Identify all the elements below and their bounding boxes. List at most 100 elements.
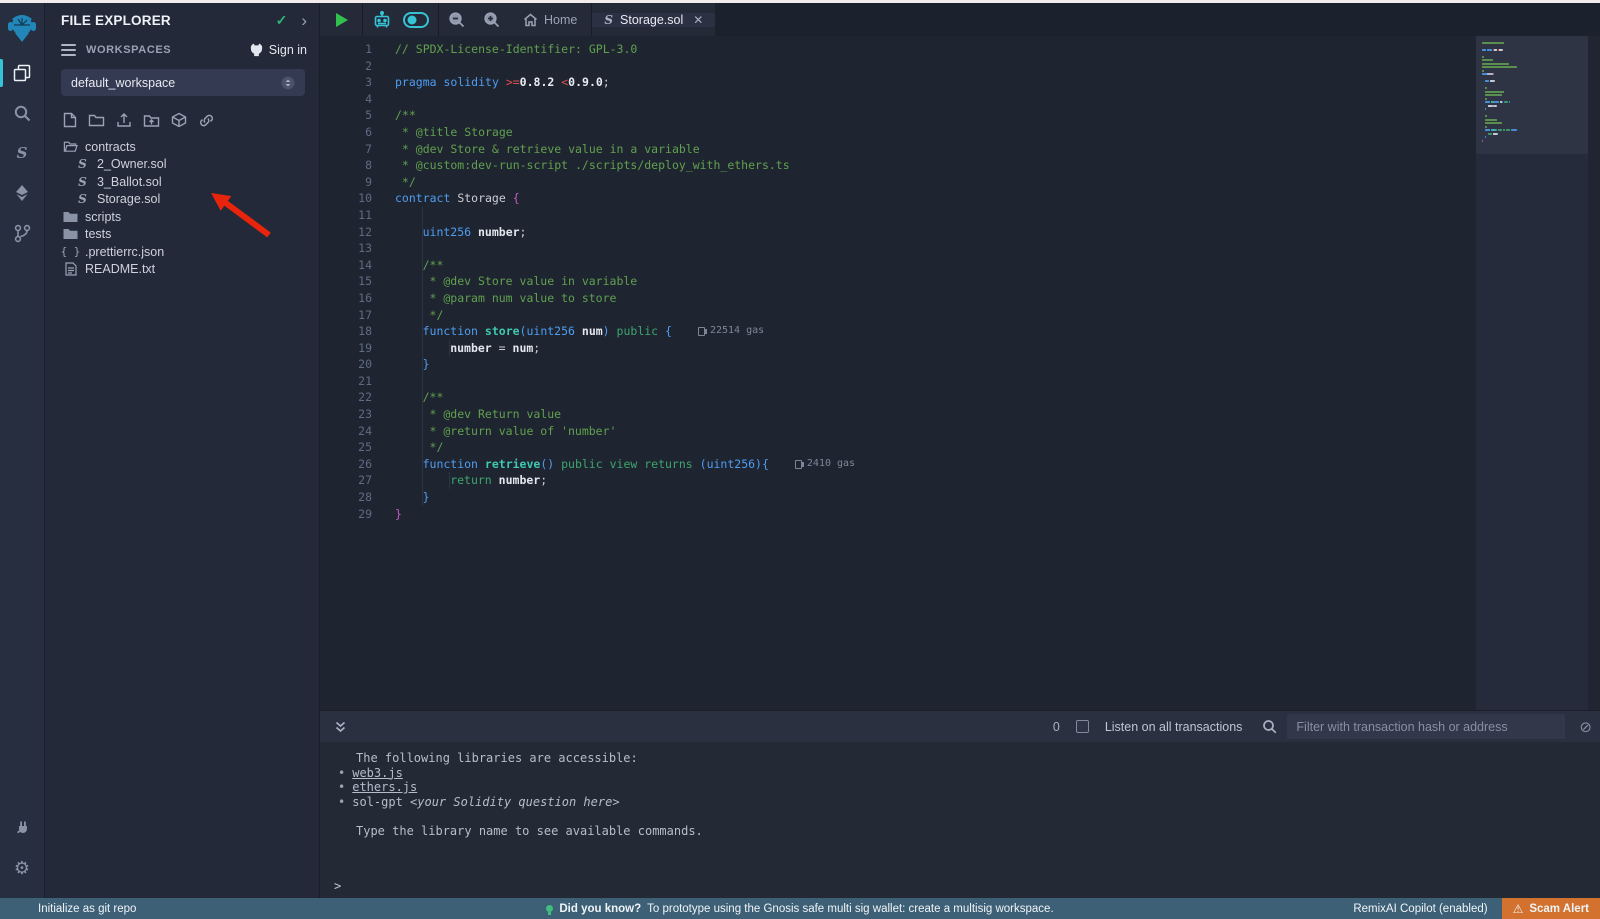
code-line-3: 3pragma solidity >=0.8.2 <0.9.0; bbox=[320, 74, 1476, 91]
code-lines: 1// SPDX-License-Identifier: GPL-3.023pr… bbox=[320, 36, 1476, 710]
tree-item-scripts[interactable]: scripts bbox=[45, 208, 319, 226]
code-editor[interactable]: 1// SPDX-License-Identifier: GPL-3.023pr… bbox=[320, 36, 1600, 710]
cube-icon[interactable] bbox=[171, 112, 187, 128]
code-line-11: 11 bbox=[320, 207, 1476, 224]
close-tab-icon[interactable]: ✕ bbox=[693, 13, 703, 27]
tree-item-2-owner-sol[interactable]: S2_Owner.sol bbox=[45, 156, 319, 174]
tree-item-label: Storage.sol bbox=[97, 192, 160, 206]
tree-item-label: 3_Ballot.sol bbox=[97, 175, 162, 189]
gas-pump-icon bbox=[698, 327, 705, 336]
activity-search-icon[interactable] bbox=[0, 93, 45, 133]
zoom-in-icon[interactable] bbox=[474, 3, 509, 36]
code-line-2: 2 bbox=[320, 58, 1476, 75]
workspace-menu-icon[interactable] bbox=[61, 44, 76, 56]
line-number: 2 bbox=[320, 58, 372, 75]
copilot-toggle-icon[interactable] bbox=[401, 3, 438, 36]
listen-checkbox[interactable] bbox=[1076, 720, 1089, 733]
new-folder-icon[interactable] bbox=[88, 112, 105, 128]
editor-scrollbar[interactable] bbox=[1588, 36, 1600, 710]
run-script-button[interactable] bbox=[320, 3, 362, 36]
status-bar: Initialize as git repo Did you know? To … bbox=[0, 898, 1600, 919]
terminal-library-link[interactable]: •ethers.js bbox=[320, 780, 1600, 795]
tree-item-storage-sol[interactable]: S Storage.sol bbox=[45, 191, 319, 209]
upload-folder-icon[interactable] bbox=[143, 112, 160, 128]
tab-home[interactable]: Home bbox=[509, 13, 591, 27]
activity-bar: S ⚙ bbox=[0, 3, 45, 898]
editor-topbar: Home S Storage.sol ✕ bbox=[320, 3, 1600, 36]
folder-icon bbox=[63, 211, 78, 223]
code-line-6: 6 * @title Storage bbox=[320, 124, 1476, 141]
upload-file-icon[interactable] bbox=[116, 112, 132, 128]
solidity-file-icon: S bbox=[78, 192, 87, 206]
code-line-4: 4 bbox=[320, 91, 1476, 108]
line-number: 29 bbox=[320, 506, 372, 523]
line-number: 11 bbox=[320, 207, 372, 224]
workspaces-label: WORKSPACES bbox=[86, 44, 249, 56]
code-line-9: 9 */ bbox=[320, 174, 1476, 191]
line-number: 25 bbox=[320, 439, 372, 456]
code-line-26: 26function retrieve() public view return… bbox=[320, 456, 1476, 473]
workspace-select[interactable]: default_workspace bbox=[61, 69, 305, 96]
tree-item-label: .prettierrc.json bbox=[85, 245, 164, 259]
select-arrows-icon bbox=[281, 76, 295, 90]
activity-git-icon[interactable] bbox=[0, 213, 45, 253]
line-number: 4 bbox=[320, 91, 372, 108]
zoom-out-icon[interactable] bbox=[439, 3, 474, 36]
tree-item-contracts[interactable]: contracts bbox=[45, 138, 319, 156]
git-init-button[interactable]: Initialize as git repo bbox=[0, 903, 136, 915]
code-line-29: 29} bbox=[320, 506, 1476, 523]
workspace-name: default_workspace bbox=[71, 76, 281, 90]
tree-item-tests[interactable]: tests bbox=[45, 226, 319, 244]
activity-deploy-run-icon[interactable] bbox=[0, 173, 45, 213]
tab-storage-sol[interactable]: S Storage.sol ✕ bbox=[592, 13, 715, 27]
activity-solidity-compiler-icon[interactable]: S bbox=[0, 133, 45, 173]
activity-file-explorer-icon[interactable] bbox=[0, 53, 45, 93]
copilot-status[interactable]: RemixAI Copilot (enabled) bbox=[1353, 903, 1487, 915]
code-line-1: 1// SPDX-License-Identifier: GPL-3.0 bbox=[320, 41, 1476, 58]
activity-settings-icon[interactable]: ⚙ bbox=[0, 848, 45, 888]
scam-alert-button[interactable]: ⚠ Scam Alert bbox=[1502, 898, 1600, 919]
check-icon: ✓ bbox=[276, 12, 288, 29]
clear-console-icon[interactable]: ⊘ bbox=[1579, 718, 1592, 736]
file-tree: contractsS2_Owner.solS3_Ballot.solS Stora… bbox=[45, 138, 319, 278]
code-line-10: 10contract Storage { bbox=[320, 190, 1476, 207]
home-icon bbox=[523, 13, 538, 27]
line-number: 22 bbox=[320, 389, 372, 406]
explorer-toolbar bbox=[45, 102, 319, 134]
line-number: 1 bbox=[320, 41, 372, 58]
terminal-library-link[interactable]: •web3.js bbox=[320, 766, 1600, 781]
line-number: 23 bbox=[320, 406, 372, 423]
code-line-24: 24 * @return value of 'number' bbox=[320, 423, 1476, 440]
code-line-8: 8 * @custom:dev-run-script ./scripts/dep… bbox=[320, 157, 1476, 174]
json-icon: { } bbox=[61, 245, 81, 258]
line-number: 5 bbox=[320, 107, 372, 124]
panel-title: FILE EXPLORER bbox=[61, 13, 276, 28]
terminal-blank-line bbox=[320, 809, 1600, 824]
tree-item--prettierrc-json[interactable]: { } .prettierrc.json bbox=[45, 243, 319, 261]
terminal-line: The following libraries are accessible: bbox=[320, 751, 1600, 766]
line-number: 13 bbox=[320, 240, 372, 257]
new-file-icon[interactable] bbox=[63, 112, 77, 128]
code-line-22: 22/** bbox=[320, 389, 1476, 406]
remix-ide: S ⚙ FILE EXPLORER ✓ bbox=[0, 3, 1600, 898]
file-explorer-panel: FILE EXPLORER ✓ › WORKSPACES Sign in def… bbox=[45, 3, 320, 898]
remix-logo[interactable] bbox=[0, 3, 45, 53]
activity-plugin-manager-icon[interactable] bbox=[0, 808, 45, 848]
line-number: 10 bbox=[320, 190, 372, 207]
terminal-output[interactable]: The following libraries are accessible:•… bbox=[320, 742, 1600, 898]
code-line-21: 21 bbox=[320, 373, 1476, 390]
code-line-13: 13 bbox=[320, 240, 1476, 257]
minimap[interactable] bbox=[1476, 36, 1588, 710]
transaction-filter-input[interactable] bbox=[1287, 714, 1565, 739]
code-line-25: 25 */ bbox=[320, 439, 1476, 456]
code-line-12: 12uint256 number; bbox=[320, 224, 1476, 241]
sign-in-button[interactable]: Sign in bbox=[249, 43, 307, 57]
terminal-collapse-icon[interactable] bbox=[334, 720, 347, 734]
ai-robot-icon[interactable] bbox=[363, 3, 401, 36]
chevron-right-icon[interactable]: › bbox=[301, 16, 307, 26]
tree-item-readme-txt[interactable]: README.txt bbox=[45, 261, 319, 279]
link-icon[interactable] bbox=[198, 112, 215, 128]
tree-item-label: 2_Owner.sol bbox=[97, 157, 166, 171]
tree-item-3-ballot-sol[interactable]: S3_Ballot.sol bbox=[45, 173, 319, 191]
line-number: 7 bbox=[320, 141, 372, 158]
